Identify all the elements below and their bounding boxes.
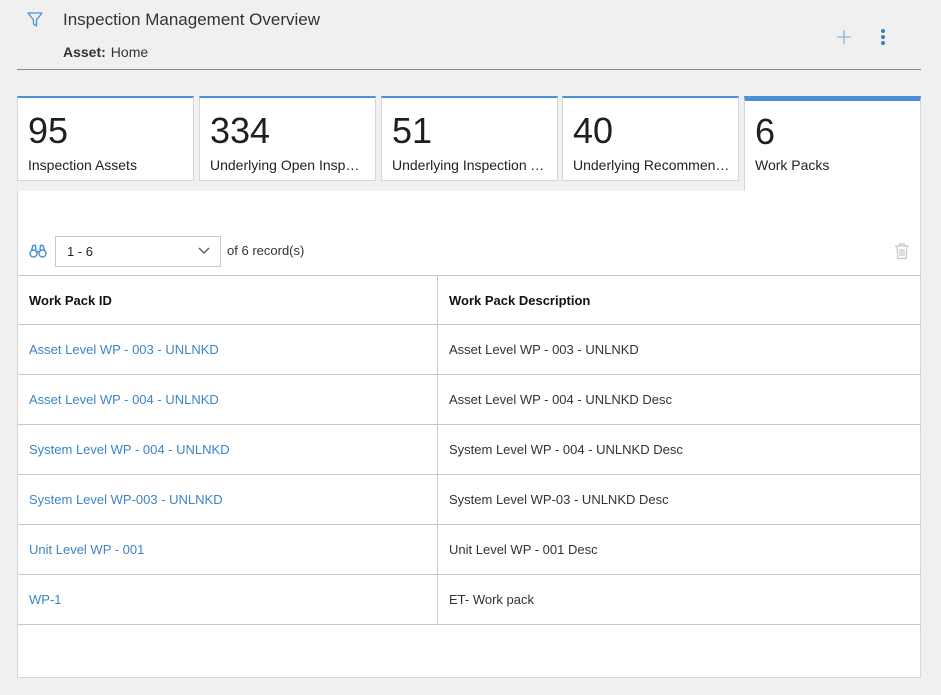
table-row: System Level WP-003 - UNLNKD System Leve…: [18, 475, 921, 525]
table-row: Unit Level WP - 001 Unit Level WP - 001 …: [18, 525, 921, 575]
tile-label: Underlying Inspection Ta...: [392, 157, 549, 173]
tile-inspection-assets[interactable]: 95 Inspection Assets: [17, 96, 194, 181]
asset-label: Asset:: [63, 44, 106, 60]
trash-icon[interactable]: [894, 242, 910, 260]
record-count: of 6 record(s): [227, 243, 304, 258]
of-label: of: [227, 243, 238, 258]
work-packs-table: Work Pack ID Work Pack Description Asset…: [18, 275, 921, 625]
record-total: 6: [241, 243, 249, 258]
tile-count: 95: [28, 110, 69, 151]
tile-count: 40: [573, 110, 614, 151]
asset-context: Asset: Home: [63, 44, 148, 60]
work-pack-id-cell: WP-1: [18, 575, 438, 624]
tile-count: 6: [755, 111, 776, 152]
plus-icon[interactable]: [835, 28, 853, 46]
header-divider: [17, 69, 921, 70]
work-packs-panel: 1 - 6 of 6 record(s) Work Pack ID Work P…: [17, 191, 921, 678]
record-range-value: 1 - 6: [67, 244, 94, 259]
tile-underlying-inspection-tasks[interactable]: 51 Underlying Inspection Ta...: [381, 96, 558, 181]
work-pack-link[interactable]: Asset Level WP - 003 - UNLNKD: [29, 342, 219, 357]
record-range-select[interactable]: 1 - 6: [55, 236, 221, 267]
work-pack-link[interactable]: System Level WP - 004 - UNLNKD: [29, 442, 230, 457]
table-row: Asset Level WP - 004 - UNLNKD Asset Leve…: [18, 375, 921, 425]
table-row: Asset Level WP - 003 - UNLNKD Asset Leve…: [18, 325, 921, 375]
work-pack-description-cell: Unit Level WP - 001 Desc: [449, 542, 598, 557]
work-pack-id-cell: System Level WP - 004 - UNLNKD: [18, 425, 438, 474]
page-title: Inspection Management Overview: [63, 10, 321, 29]
work-pack-link[interactable]: WP-1: [29, 592, 62, 607]
table-row: System Level WP - 004 - UNLNKD System Le…: [18, 425, 921, 475]
page-header: Inspection Management Overview Asset: Hom…: [0, 0, 941, 72]
work-pack-link[interactable]: System Level WP-003 - UNLNKD: [29, 492, 223, 507]
binoculars-icon[interactable]: [29, 243, 47, 259]
column-header-work-pack-description[interactable]: Work Pack Description: [438, 276, 921, 324]
work-pack-id-cell: System Level WP-003 - UNLNKD: [18, 475, 438, 524]
tile-count: 51: [392, 110, 433, 151]
tile-work-packs[interactable]: 6 Work Packs: [744, 96, 921, 192]
work-pack-link[interactable]: Asset Level WP - 004 - UNLNKD: [29, 392, 219, 407]
work-pack-description-cell: System Level WP - 004 - UNLNKD Desc: [449, 442, 683, 457]
work-pack-link[interactable]: Unit Level WP - 001: [29, 542, 144, 557]
tile-count: 334: [210, 110, 271, 151]
tile-label: Underlying Open Inspect...: [210, 157, 367, 173]
tile-underlying-recommendations[interactable]: 40 Underlying Recommend...: [562, 96, 739, 181]
work-pack-id-cell: Asset Level WP - 003 - UNLNKD: [18, 325, 438, 374]
more-vertical-icon[interactable]: [874, 27, 892, 47]
work-pack-id-cell: Asset Level WP - 004 - UNLNKD: [18, 375, 438, 424]
work-pack-id-cell: Unit Level WP - 001: [18, 525, 438, 574]
tile-label: Inspection Assets: [28, 157, 137, 173]
records-label: record(s): [252, 243, 305, 258]
work-pack-description-cell: ET- Work pack: [449, 592, 535, 607]
table-row: WP-1 ET- Work pack: [18, 575, 921, 625]
chevron-down-icon: [198, 247, 210, 254]
asset-value: Home: [110, 44, 149, 60]
tile-label: Work Packs: [755, 157, 830, 173]
filter-icon[interactable]: [26, 11, 44, 29]
tile-underlying-open-inspections[interactable]: 334 Underlying Open Inspect...: [199, 96, 376, 181]
table-header: Work Pack ID Work Pack Description: [18, 275, 921, 325]
work-pack-description-cell: Asset Level WP - 004 - UNLNKD Desc: [449, 392, 672, 407]
summary-tiles: 95 Inspection Assets 334 Underlying Open…: [17, 96, 921, 192]
work-pack-description-cell: Asset Level WP - 003 - UNLNKD: [449, 342, 639, 357]
column-header-work-pack-id[interactable]: Work Pack ID: [18, 276, 438, 324]
work-pack-description-cell: System Level WP-03 - UNLNKD Desc: [449, 492, 669, 507]
tile-label: Underlying Recommend...: [573, 157, 730, 173]
